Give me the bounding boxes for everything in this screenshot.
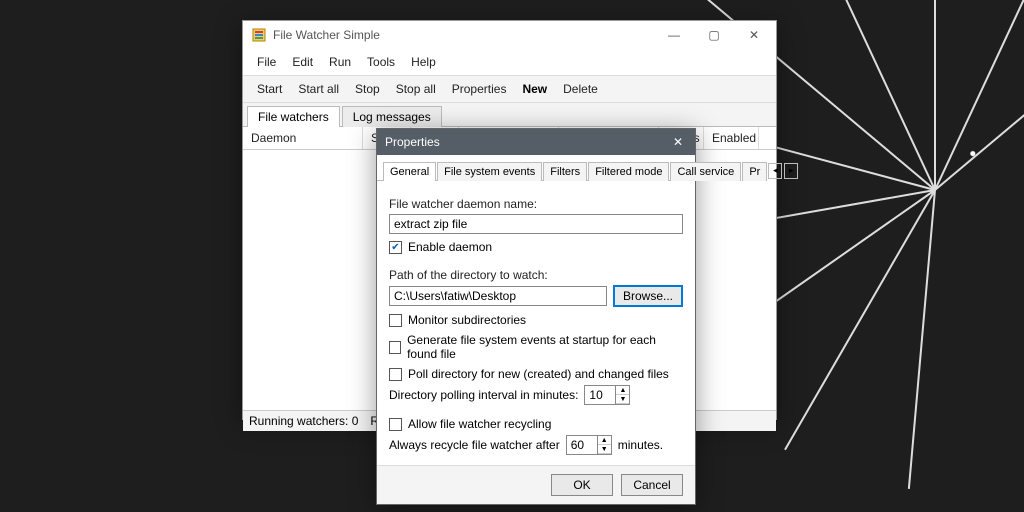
ok-button[interactable]: OK <box>551 474 613 496</box>
col-enabled[interactable]: Enabled <box>704 127 759 149</box>
poll-checkbox[interactable] <box>389 368 402 381</box>
recycle-after-spinner[interactable]: ▲▼ <box>566 435 612 455</box>
spin-up-icon[interactable]: ▲ <box>598 436 611 445</box>
main-tabs: File watchersLog messages <box>243 103 776 127</box>
tool-new[interactable]: New <box>514 79 555 99</box>
menu-file[interactable]: File <box>249 52 284 72</box>
allow-recycle-label: Allow file watcher recycling <box>408 417 551 431</box>
tool-stop-all[interactable]: Stop all <box>388 79 444 99</box>
tool-delete[interactable]: Delete <box>555 79 606 99</box>
main-title: File Watcher Simple <box>273 28 654 42</box>
daemon-name-input[interactable] <box>389 214 683 234</box>
tab-file-watchers[interactable]: File watchers <box>247 106 340 127</box>
tool-properties[interactable]: Properties <box>444 79 515 99</box>
poll-interval-label: Directory polling interval in minutes: <box>389 388 578 402</box>
enable-daemon-checkbox[interactable]: ✔ <box>389 241 402 254</box>
menubar: FileEditRunToolsHelp <box>243 49 776 76</box>
tool-start[interactable]: Start <box>249 79 290 99</box>
dialog-titlebar[interactable]: Properties ✕ <box>377 129 695 155</box>
dialog-close-button[interactable]: ✕ <box>663 129 693 155</box>
gen-events-label: Generate file system events at startup f… <box>407 333 683 361</box>
spin-up-icon[interactable]: ▲ <box>616 386 629 395</box>
toolbar: StartStart allStopStop allPropertiesNewD… <box>243 76 776 103</box>
minimize-button[interactable]: — <box>654 22 694 48</box>
tool-stop[interactable]: Stop <box>347 79 388 99</box>
dialog-footer: OK Cancel <box>377 465 695 504</box>
enable-daemon-label: Enable daemon <box>408 240 492 254</box>
dlg-tab-pr[interactable]: Pr <box>742 162 767 181</box>
path-input[interactable] <box>389 286 607 306</box>
poll-interval-input[interactable] <box>584 385 616 405</box>
tab-log-messages[interactable]: Log messages <box>342 106 442 127</box>
menu-edit[interactable]: Edit <box>284 52 321 72</box>
poll-label: Poll directory for new (created) and cha… <box>408 367 669 381</box>
monitor-subdirs-label: Monitor subdirectories <box>408 313 526 327</box>
cancel-button[interactable]: Cancel <box>621 474 683 496</box>
dialog-tabs: GeneralFile system eventsFiltersFiltered… <box>377 155 695 181</box>
allow-recycle-checkbox[interactable] <box>389 418 402 431</box>
maximize-button[interactable]: ▢ <box>694 22 734 48</box>
close-button[interactable]: ✕ <box>734 22 774 48</box>
tab-arrow-left-icon[interactable]: ◂ <box>768 163 782 179</box>
dialog-title: Properties <box>385 135 663 149</box>
recycle-after-input[interactable] <box>566 435 598 455</box>
dlg-tab-general[interactable]: General <box>383 162 436 181</box>
browse-button[interactable]: Browse... <box>613 285 683 307</box>
menu-run[interactable]: Run <box>321 52 359 72</box>
recycle-after-units: minutes. <box>618 438 663 452</box>
properties-dialog: Properties ✕ GeneralFile system eventsFi… <box>376 128 696 505</box>
spin-down-icon[interactable]: ▼ <box>598 445 611 454</box>
dlg-tab-filters[interactable]: Filters <box>543 162 587 181</box>
menu-tools[interactable]: Tools <box>359 52 403 72</box>
daemon-name-label: File watcher daemon name: <box>389 197 683 211</box>
dlg-tab-call-service[interactable]: Call service <box>670 162 741 181</box>
gen-events-checkbox[interactable] <box>389 341 401 354</box>
col-daemon[interactable]: Daemon <box>243 127 363 149</box>
poll-interval-spinner[interactable]: ▲▼ <box>584 385 630 405</box>
recycle-after-label: Always recycle file watcher after <box>389 438 560 452</box>
tab-arrow-right-icon[interactable]: ▸ <box>784 163 798 179</box>
app-icon <box>251 27 267 43</box>
dlg-tab-file-system-events[interactable]: File system events <box>437 162 542 181</box>
monitor-subdirs-checkbox[interactable] <box>389 314 402 327</box>
dialog-body: File watcher daemon name: ✔ Enable daemo… <box>377 181 695 465</box>
path-label: Path of the directory to watch: <box>389 268 683 282</box>
tool-start-all[interactable]: Start all <box>290 79 347 99</box>
main-titlebar[interactable]: File Watcher Simple — ▢ ✕ <box>243 21 776 49</box>
dlg-tab-filtered-mode[interactable]: Filtered mode <box>588 162 669 181</box>
menu-help[interactable]: Help <box>403 52 444 72</box>
status-running: Running watchers: 0 <box>249 414 358 428</box>
spin-down-icon[interactable]: ▼ <box>616 395 629 404</box>
